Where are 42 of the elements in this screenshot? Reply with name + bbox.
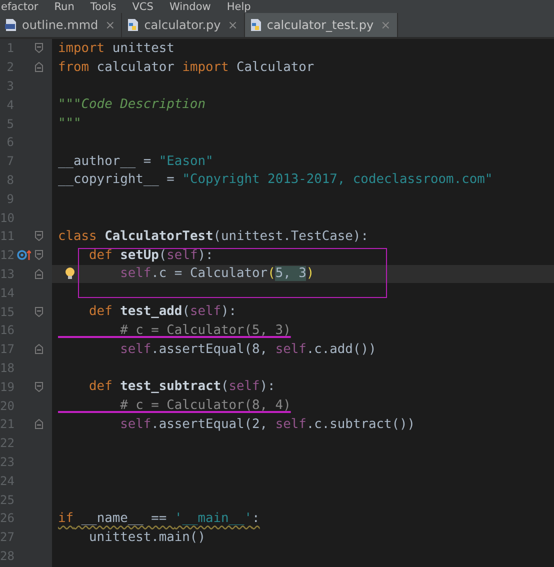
override-marker-icon[interactable] <box>17 249 31 262</box>
code-line: def test_add(self): <box>88 304 237 320</box>
code-line: def setUp(self): <box>88 248 214 263</box>
code-line: class CalculatorTest(unittest.TestCase): <box>58 228 368 244</box>
code-line: self.assertEqual(2, self.c.subtract()) <box>119 416 416 432</box>
fold-marker-icon[interactable] <box>35 43 43 54</box>
code-line: if __name__ == '__main__': <box>58 510 260 526</box>
menu-item[interactable]: VCS <box>132 0 154 12</box>
code-line: unittest.main() <box>88 530 206 545</box>
fold-marker-icon[interactable] <box>35 306 43 317</box>
code-line: __author__ = "Eason" <box>58 154 214 169</box>
code-line: # c = Calculator(8, 4) <box>119 398 291 414</box>
menu-item[interactable]: Run <box>54 0 74 12</box>
fold-marker-icon[interactable] <box>35 231 43 242</box>
code-line: self.assertEqual(8, self.c.add()) <box>119 342 376 357</box>
fold-marker-icon[interactable] <box>35 62 43 72</box>
close-icon[interactable]: × <box>228 18 238 32</box>
fold-marker-icon[interactable] <box>35 344 43 354</box>
lightbulb-icon[interactable] <box>65 266 75 281</box>
code-line: def test_subtract(self): <box>88 379 276 394</box>
code-line: self.c = Calculator(5, 3) <box>119 266 314 282</box>
editor-tab[interactable]: calculator_test.py × <box>244 13 398 37</box>
menu-item[interactable]: Window <box>169 0 211 12</box>
fold-marker-icon[interactable] <box>35 268 43 279</box>
code-line: """Code Description <box>58 97 206 112</box>
python-file-icon <box>126 18 140 32</box>
fold-marker-icon[interactable] <box>35 419 43 430</box>
menu-item[interactable]: efactor <box>1 0 38 12</box>
menu-item[interactable]: Help <box>226 0 251 12</box>
code-line: # c = Calculator(5, 3) <box>119 322 291 338</box>
close-icon[interactable]: × <box>105 18 116 32</box>
code-line: from calculator import Calculator <box>58 60 314 75</box>
editor-tab[interactable]: outline.mmd × <box>0 13 122 37</box>
file-icon <box>4 18 18 32</box>
python-file-icon <box>248 18 263 32</box>
fold-marker-icon[interactable] <box>35 382 43 392</box>
menu-item[interactable]: Tools <box>90 0 116 12</box>
editor-tab[interactable]: calculator.py × <box>122 13 245 37</box>
fold-marker-icon[interactable] <box>35 250 43 260</box>
code-line: import unittest <box>58 40 174 56</box>
code-line: __copyright__ = "Copyright 2013-2017, codeclassroom.com" <box>58 172 493 188</box>
code-line: """ <box>58 116 82 132</box>
